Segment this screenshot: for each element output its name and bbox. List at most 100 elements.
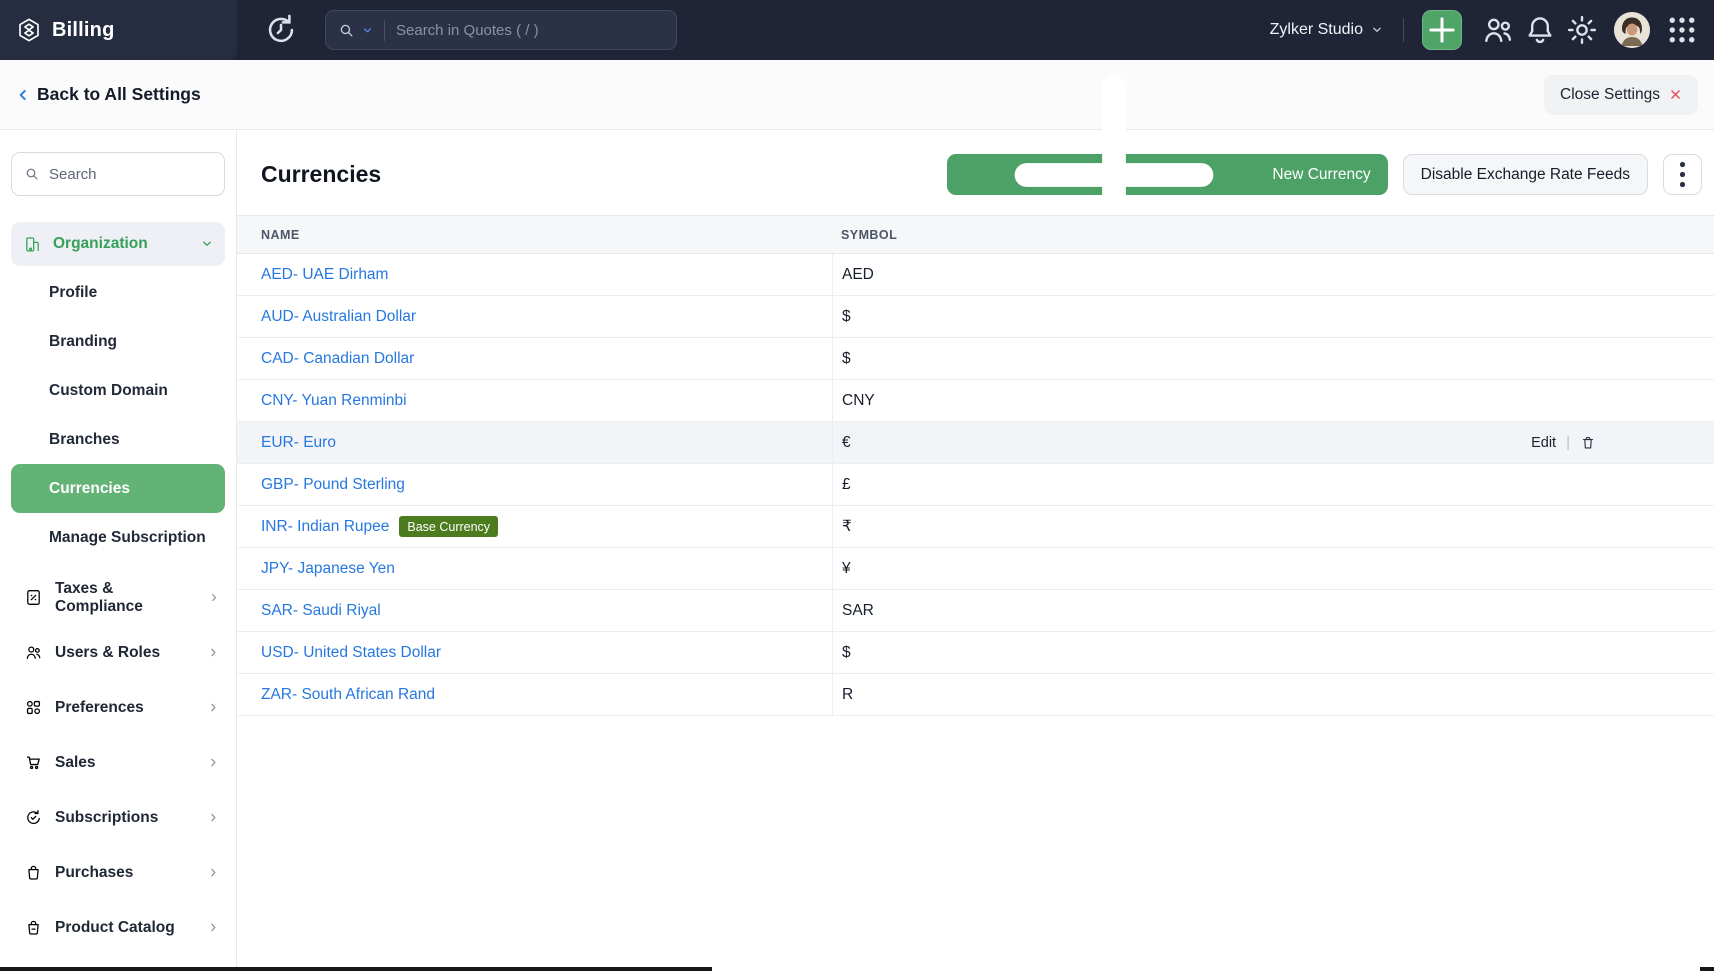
brand-area: Billing xyxy=(0,0,237,60)
settings-button[interactable] xyxy=(1564,12,1600,48)
currency-name-cell: ZAR- South African Rand xyxy=(237,686,832,704)
settings-header-bar: Back to All Settings Close Settings xyxy=(0,60,1714,130)
avatar[interactable] xyxy=(1614,12,1650,48)
sidebar-item-branches[interactable]: Branches xyxy=(11,415,225,464)
settings-sidebar: Organization ProfileBrandingCustom Domai… xyxy=(0,130,237,971)
base-currency-badge: Base Currency xyxy=(399,516,498,537)
sidebar-search[interactable] xyxy=(11,152,225,196)
sidebar-item-branding[interactable]: Branding xyxy=(11,317,225,366)
currency-link[interactable]: GBP- Pound Sterling xyxy=(261,476,405,494)
sync-check-icon xyxy=(24,808,43,827)
sidebar-item-label: Purchases xyxy=(55,864,133,882)
currency-symbol: AED xyxy=(842,266,1714,284)
top-navbar: Billing Zylker Studio xyxy=(0,0,1714,60)
currency-link[interactable]: EUR- Euro xyxy=(261,434,336,452)
table-row: EUR- Euro€Edit| xyxy=(237,422,1714,464)
sidebar-item-currencies[interactable]: Currencies xyxy=(11,464,225,513)
sidebar-item-sales[interactable]: Sales xyxy=(11,735,225,790)
tax-document-icon xyxy=(24,588,43,607)
currency-symbol-cell: ₹ xyxy=(832,506,1714,547)
edit-link[interactable]: Edit xyxy=(1531,435,1556,451)
chevron-right-icon xyxy=(208,812,219,823)
users-icon xyxy=(1480,12,1516,48)
chevron-right-icon xyxy=(208,922,219,933)
currency-symbol-cell: AED xyxy=(832,254,1714,295)
sidebar-item-profile[interactable]: Profile xyxy=(11,268,225,317)
currency-link[interactable]: ZAR- South African Rand xyxy=(261,686,435,704)
quick-create-button[interactable] xyxy=(1422,10,1462,50)
window-bottom-edge xyxy=(0,967,712,971)
sidebar-item-manage-subscription[interactable]: Manage Subscription xyxy=(11,513,225,562)
bell-icon xyxy=(1522,12,1558,48)
chevron-right-icon xyxy=(209,592,219,603)
back-to-settings-link[interactable]: Back to All Settings xyxy=(16,84,201,105)
table-row: AED- UAE Dirham AED xyxy=(237,254,1714,296)
sidebar-item-label: Preferences xyxy=(55,699,144,717)
organization-label: Organization xyxy=(53,235,148,253)
cart-icon xyxy=(24,753,43,772)
currency-link[interactable]: CNY- Yuan Renminbi xyxy=(261,392,407,410)
window-bottom-edge-right xyxy=(1700,967,1714,971)
history-button[interactable] xyxy=(263,12,299,48)
currency-link[interactable]: AUD- Australian Dollar xyxy=(261,308,416,326)
currency-symbol: £ xyxy=(842,476,1714,494)
sidebar-item-subscriptions[interactable]: Subscriptions xyxy=(11,790,225,845)
currency-link[interactable]: USD- United States Dollar xyxy=(261,644,441,662)
currency-link[interactable]: INR- Indian Rupee xyxy=(261,518,389,536)
currency-link[interactable]: CAD- Canadian Dollar xyxy=(261,350,414,368)
table-row: JPY- Japanese Yen ¥ xyxy=(237,548,1714,590)
currency-symbol-cell: ¥ xyxy=(832,548,1714,589)
close-label: Close Settings xyxy=(1560,86,1660,104)
currency-link[interactable]: SAR- Saudi Riyal xyxy=(261,602,381,620)
more-options-button[interactable] xyxy=(1663,154,1702,195)
apps-button[interactable] xyxy=(1664,12,1700,48)
brand-title: Billing xyxy=(52,19,115,42)
disable-exchange-rate-feeds-button[interactable]: Disable Exchange Rate Feeds xyxy=(1403,154,1648,195)
chevron-down-icon xyxy=(201,238,213,250)
sidebar-item-label: Sales xyxy=(55,754,96,772)
currency-link[interactable]: AED- UAE Dirham xyxy=(261,266,388,284)
column-header-name: NAME xyxy=(237,228,832,242)
table-row: ZAR- South African RandR xyxy=(237,674,1714,716)
close-settings-button[interactable]: Close Settings xyxy=(1544,75,1698,115)
sidebar-search-input[interactable] xyxy=(49,166,212,183)
sidebar-item-organization[interactable]: Organization xyxy=(11,222,225,266)
sidebar-item-label: Subscriptions xyxy=(55,809,158,827)
navbar-divider xyxy=(1403,18,1404,42)
page-title: Currencies xyxy=(261,161,381,188)
sidebar-item-taxes-compliance[interactable]: Taxes & Compliance xyxy=(11,570,225,625)
sidebar-sections: Taxes & ComplianceUsers & Roles Preferenc… xyxy=(11,570,225,955)
new-currency-button[interactable]: New Currency xyxy=(947,154,1387,195)
org-switcher[interactable]: Zylker Studio xyxy=(1262,15,1391,45)
currency-link[interactable]: JPY- Japanese Yen xyxy=(261,560,395,578)
global-search-input[interactable] xyxy=(396,22,664,39)
notifications-button[interactable] xyxy=(1522,12,1558,48)
users-button[interactable] xyxy=(1480,12,1516,48)
table-header: NAME SYMBOL xyxy=(237,215,1714,254)
search-divider xyxy=(384,20,385,41)
bag-minus-icon xyxy=(24,918,43,937)
trash-icon[interactable] xyxy=(1580,435,1596,451)
organization-children: ProfileBrandingCustom DomainBranchesCurr… xyxy=(11,268,225,562)
sidebar-item-users-roles[interactable]: Users & Roles xyxy=(11,625,225,680)
sidebar-item-product-catalog[interactable]: Product Catalog xyxy=(11,900,225,955)
sidebar-item-purchases[interactable]: Purchases xyxy=(11,845,225,900)
history-icon xyxy=(263,12,299,48)
chevron-right-icon xyxy=(208,757,219,768)
currency-symbol: $ xyxy=(842,308,1714,326)
sidebar-item-custom-domain[interactable]: Custom Domain xyxy=(11,366,225,415)
table-row: INR- Indian Rupee Base Currency ₹ xyxy=(237,506,1714,548)
avatar-image xyxy=(1614,12,1650,48)
search-scope-chevron-icon[interactable] xyxy=(362,25,373,36)
app-window: Billing Zylker Studio xyxy=(0,0,1714,971)
chevron-right-icon xyxy=(208,647,219,658)
table-body: AED- UAE Dirham AED AUD- Australian Dollar… xyxy=(237,254,1714,716)
search-icon xyxy=(24,166,40,182)
currency-symbol-cell: CNY xyxy=(832,380,1714,421)
sidebar-item-label: Product Catalog xyxy=(55,919,175,937)
currency-symbol: CNY xyxy=(842,392,1714,410)
chevron-right-icon xyxy=(208,867,219,878)
sidebar-item-preferences[interactable]: Preferences xyxy=(11,680,225,735)
global-search[interactable] xyxy=(325,10,677,50)
search-icon xyxy=(338,22,355,39)
